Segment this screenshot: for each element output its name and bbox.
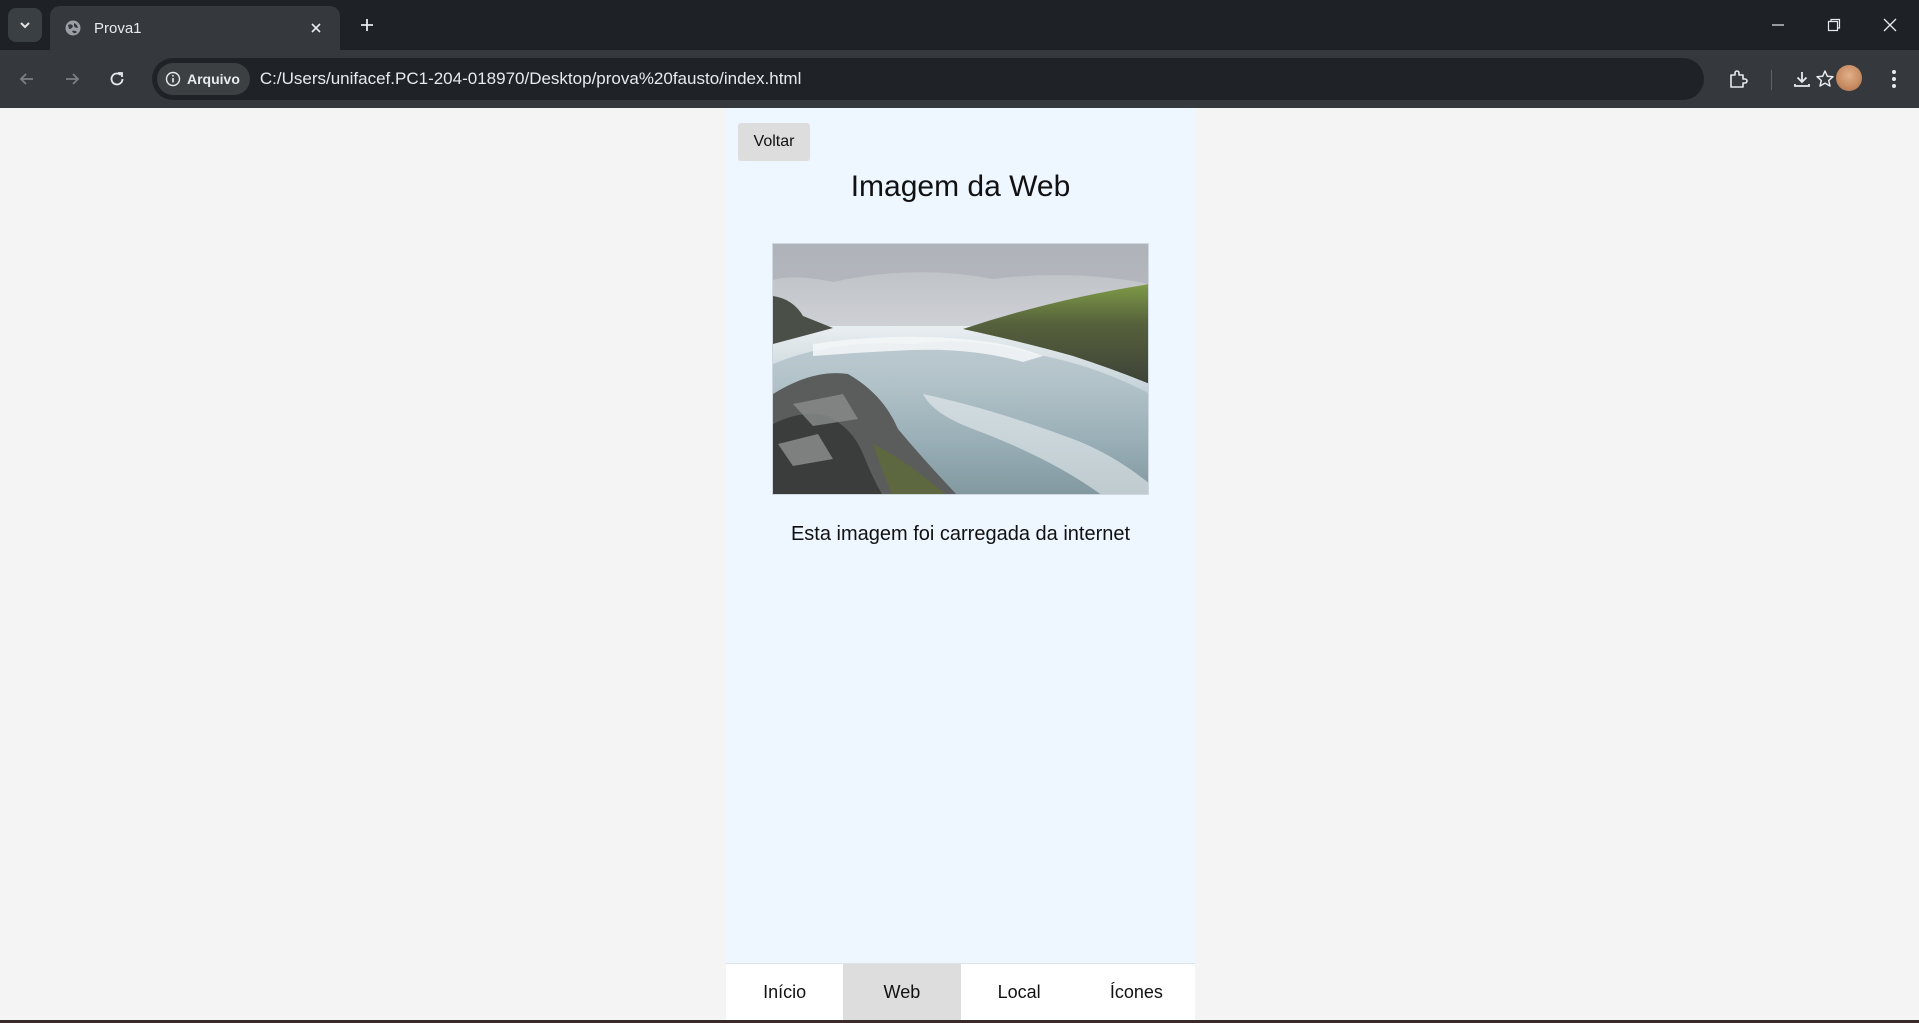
forward-nav-button[interactable] xyxy=(55,62,89,96)
bottom-nav: Início Web Local Ícones xyxy=(726,963,1195,1020)
nav-item-web[interactable]: Web xyxy=(843,964,961,1020)
browser-toolbar: Arquivo C:/Users/unifacef.PC1-204-018970… xyxy=(0,50,1919,108)
url-text[interactable]: C:/Users/unifacef.PC1-204-018970/Desktop… xyxy=(260,69,801,89)
tab-title: Prova1 xyxy=(94,19,142,37)
tab-search-button[interactable] xyxy=(8,8,42,42)
site-info-label: Arquivo xyxy=(187,71,240,87)
arrow-right-icon xyxy=(66,73,80,85)
kebab-menu-icon xyxy=(1892,70,1896,88)
tab-close-button[interactable] xyxy=(304,16,328,40)
address-bar[interactable]: Arquivo C:/Users/unifacef.PC1-204-018970… xyxy=(152,58,1834,100)
browser-menu-button[interactable] xyxy=(1877,62,1911,96)
nav-item-inicio[interactable]: Início xyxy=(726,964,843,1020)
extensions-button[interactable] xyxy=(1721,62,1755,96)
reload-icon xyxy=(110,72,124,86)
waterfall-photo xyxy=(773,244,1148,494)
image-caption: Esta imagem foi carregada da internet xyxy=(790,523,1131,545)
reload-button[interactable] xyxy=(100,62,134,96)
arrow-left-icon xyxy=(19,73,33,85)
plus-icon xyxy=(361,19,373,31)
page-title: Imagem da Web xyxy=(850,170,1071,203)
close-icon xyxy=(311,23,321,33)
restore-button[interactable] xyxy=(1805,0,1863,50)
info-icon xyxy=(165,71,181,87)
window-close-button[interactable] xyxy=(1861,0,1919,50)
download-icon xyxy=(1794,72,1810,87)
restore-icon xyxy=(1827,18,1841,32)
site-info-chip[interactable]: Arquivo xyxy=(157,63,250,95)
nav-item-icones[interactable]: Ícones xyxy=(1078,964,1195,1020)
nav-item-local[interactable]: Local xyxy=(961,964,1078,1020)
back-button[interactable]: Voltar xyxy=(738,123,810,161)
new-tab-button[interactable] xyxy=(352,10,382,40)
toolbar-divider xyxy=(1771,70,1772,90)
puzzle-icon xyxy=(1730,70,1748,88)
app-container: Voltar Imagem da Web Esta imagem foi car… xyxy=(726,108,1195,1020)
downloads-button[interactable] xyxy=(1785,62,1819,96)
globe-icon xyxy=(65,20,81,36)
minimize-icon xyxy=(1772,24,1784,26)
chevron-down-icon xyxy=(20,22,30,29)
close-icon xyxy=(1883,18,1897,32)
back-nav-button[interactable] xyxy=(10,62,44,96)
web-image xyxy=(772,243,1149,495)
minimize-button[interactable] xyxy=(1749,0,1807,50)
profile-avatar[interactable] xyxy=(1836,65,1862,91)
page-viewport: Voltar Imagem da Web Esta imagem foi car… xyxy=(0,108,1919,1020)
browser-tab[interactable]: Prova1 xyxy=(50,6,340,50)
tab-strip: Prova1 xyxy=(0,0,1919,50)
